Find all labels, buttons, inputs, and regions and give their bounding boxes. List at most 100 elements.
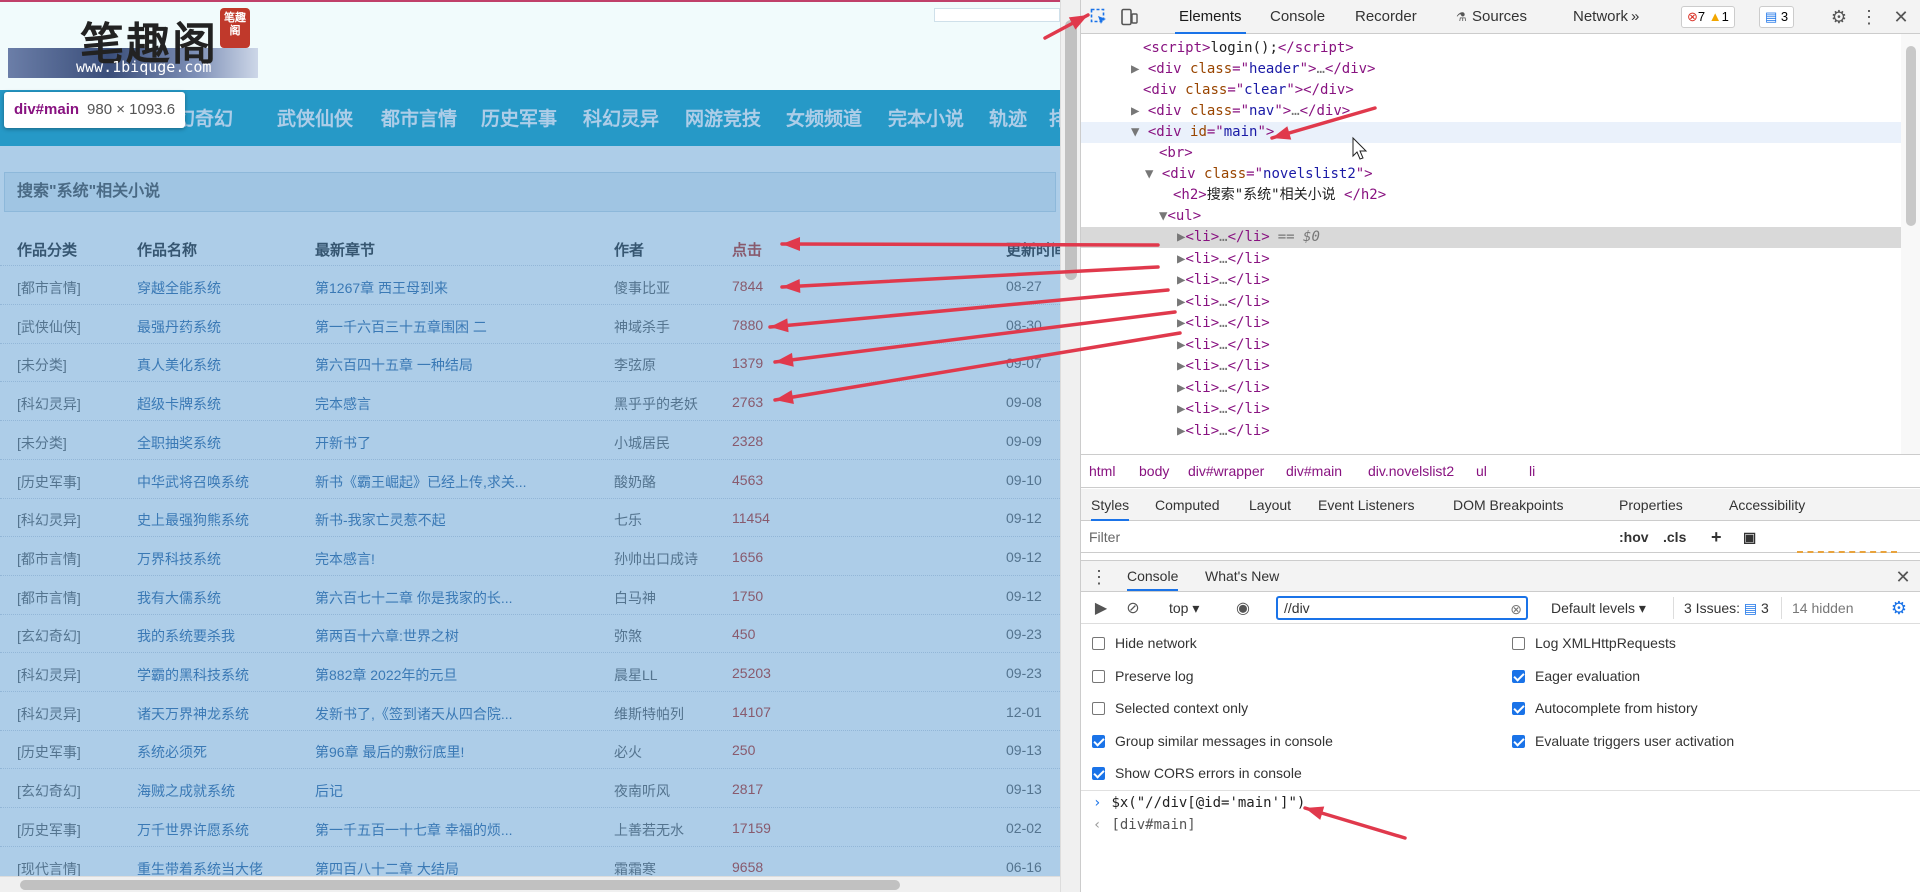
console-option[interactable]: Show CORS errors in console: [1092, 762, 1302, 784]
table-row[interactable]: [科幻灵异] 超级卡牌系统 完本感言 黑乎乎的老妖 2763 09-08: [0, 382, 1060, 422]
dom-node-clear[interactable]: <div class="clear"></div>: [1081, 80, 1901, 101]
chapter-cell[interactable]: 第1267章 西王母到来: [315, 278, 565, 298]
dom-node-li[interactable]: ▶<li>…</li> == $0: [1081, 227, 1901, 248]
clear-filter-icon[interactable]: ⊗: [1510, 599, 1522, 619]
chapter-cell[interactable]: 第两百十六章:世界之树: [315, 626, 565, 646]
dom-node-main[interactable]: ▼ <div id="main">: [1081, 122, 1901, 143]
title-cell[interactable]: 万界科技系统: [137, 549, 221, 569]
nav-item[interactable]: 完本小说: [888, 104, 964, 131]
nav-item[interactable]: 科幻灵异: [583, 104, 659, 131]
sidebar-toggle-icon[interactable]: ▶: [1091, 597, 1111, 619]
table-row[interactable]: [科幻灵异] 史上最强狗熊系统 新书-我家亡灵惹不起 七乐 11454 09-12: [0, 498, 1060, 538]
chapter-cell[interactable]: 开新书了: [315, 433, 565, 453]
dom-node-nav[interactable]: ▶ <div class="nav">…</div>: [1081, 101, 1901, 122]
console-input-line[interactable]: › $x("//div[@id='main']"): [1081, 795, 1920, 817]
chapter-cell[interactable]: 第96章 最后的敷衍底里!: [315, 742, 565, 762]
console-filter-input[interactable]: //div ⊗: [1276, 596, 1528, 620]
site-logo[interactable]: 笔趣阁 www.1biquge.com 笔趣阁: [8, 6, 258, 80]
styles-tab[interactable]: DOM Breakpoints: [1453, 489, 1563, 521]
chapter-cell[interactable]: 第882章 2022年的元旦: [315, 665, 565, 685]
scroll-thumb[interactable]: [1906, 46, 1916, 226]
styles-tab[interactable]: Layout: [1249, 489, 1291, 521]
table-row[interactable]: [武侠仙侠] 最强丹药系统 第一千六百三十五章围困 二 神域杀手 7880 08-30: [0, 305, 1060, 344]
nav-item[interactable]: 武侠仙侠: [277, 104, 353, 131]
dom-node-li[interactable]: ▶<li>…</li>: [1081, 399, 1901, 420]
toggle-sidebar-icon[interactable]: ▣: [1743, 521, 1756, 553]
title-cell[interactable]: 超级卡牌系统: [137, 394, 221, 414]
drawer-tab[interactable]: Console: [1127, 561, 1179, 591]
chapter-cell[interactable]: 第一千五百一十七章 幸福的烦...: [315, 820, 565, 840]
title-cell[interactable]: 史上最强狗熊系统: [137, 510, 249, 530]
checkbox[interactable]: [1092, 734, 1105, 748]
chapter-cell[interactable]: 第一千六百三十五章围困 二: [315, 317, 565, 337]
nav-item[interactable]: 轨迹: [989, 104, 1027, 131]
table-row[interactable]: [玄幻奇幻] 我的系统要杀我 第两百十六章:世界之树 弥煞 450 09-23: [0, 614, 1060, 654]
breadcrumb-item[interactable]: ul: [1476, 463, 1487, 479]
breadcrumb-item[interactable]: div#wrapper: [1188, 463, 1264, 479]
inspect-element-icon[interactable]: [1087, 5, 1111, 29]
nav-item[interactable]: 网游竞技: [685, 104, 761, 131]
tab-console[interactable]: Console: [1266, 0, 1329, 34]
table-row[interactable]: [都市言情] 我有大儒系统 第六百七十二章 你是我家的长... 白马神 1750 09-1…: [0, 576, 1060, 615]
breadcrumb-item[interactable]: div.novelslist2: [1368, 463, 1454, 479]
checkbox[interactable]: [1092, 669, 1105, 683]
title-cell[interactable]: 中华武将召唤系统: [137, 472, 249, 492]
checkbox[interactable]: [1512, 702, 1525, 715]
checkbox[interactable]: [1512, 734, 1525, 748]
cls-toggle[interactable]: .cls: [1663, 521, 1686, 553]
title-cell[interactable]: 海贼之成就系统: [137, 781, 235, 801]
context-selector[interactable]: top ▾: [1169, 597, 1199, 619]
drawer-tab[interactable]: What's New: [1205, 561, 1279, 591]
tab-network[interactable]: Network: [1569, 0, 1632, 34]
chapter-cell[interactable]: 发新书了,《签到诸天从四合院...: [315, 704, 565, 724]
styles-tab[interactable]: Computed: [1155, 489, 1220, 521]
dom-node-li[interactable]: ▶<li>…</li>: [1081, 313, 1901, 334]
page-horizontal-scrollbar[interactable]: [0, 876, 1060, 892]
hov-toggle[interactable]: :hov: [1619, 521, 1649, 553]
nav-item[interactable]: 历史军事: [481, 104, 557, 131]
dom-node-novelslist[interactable]: ▼ <div class="novelslist2">: [1081, 164, 1901, 185]
dom-node-header[interactable]: ▶ <div class="header">…</div>: [1081, 59, 1901, 80]
chapter-cell[interactable]: 后记: [315, 781, 565, 801]
issues-badge[interactable]: ▤ 3: [1759, 6, 1795, 28]
nav-item[interactable]: 排: [1049, 104, 1060, 131]
styles-tab[interactable]: Event Listeners: [1318, 489, 1415, 521]
console-option[interactable]: Eager evaluation: [1512, 665, 1640, 687]
console-option[interactable]: Selected context only: [1092, 697, 1248, 719]
dom-node-script[interactable]: <script>login();</script>: [1081, 38, 1901, 59]
tab-sources[interactable]: Sources: [1468, 0, 1531, 34]
gear-icon[interactable]: ⚙: [1827, 5, 1851, 29]
dom-node-br[interactable]: <br>: [1081, 143, 1901, 164]
tab-recorder[interactable]: Recorder: [1351, 0, 1421, 34]
breadcrumb-item[interactable]: body: [1139, 463, 1169, 479]
dom-node-li[interactable]: ▶<li>…</li>: [1081, 378, 1901, 399]
chapter-cell[interactable]: 完本感言!: [315, 549, 565, 569]
table-row[interactable]: [未分类] 真人美化系统 第六百四十五章 一种结局 李弦原 1379 09-07: [0, 343, 1060, 383]
title-cell[interactable]: 我的系统要杀我: [137, 626, 235, 646]
chapter-cell[interactable]: 完本感言: [315, 394, 565, 414]
console-option[interactable]: Log XMLHttpRequests: [1512, 632, 1676, 654]
chapter-cell[interactable]: 新书《霸王崛起》已经上传,求关...: [315, 472, 565, 492]
eye-icon[interactable]: ◉: [1231, 597, 1255, 619]
nav-item[interactable]: 女频频道: [786, 104, 862, 131]
tab-elements[interactable]: Elements: [1175, 0, 1246, 34]
drawer-menu-icon[interactable]: ⋮: [1090, 565, 1108, 589]
checkbox[interactable]: [1512, 669, 1525, 683]
checkbox[interactable]: [1512, 637, 1525, 650]
dom-node-li[interactable]: ▶<li>…</li>: [1081, 270, 1901, 291]
table-row[interactable]: [历史军事] 中华武将召唤系统 新书《霸王崛起》已经上传,求关... 酸奶酪 4563 0…: [0, 460, 1060, 499]
title-cell[interactable]: 系统必须死: [137, 742, 207, 762]
table-row[interactable]: [科幻灵异] 学霸的黑科技系统 第882章 2022年的元旦 晨星LL 25203 09-…: [0, 653, 1060, 692]
dom-node-li[interactable]: ▶<li>…</li>: [1081, 249, 1901, 270]
checkbox[interactable]: [1092, 702, 1105, 715]
breadcrumb-item[interactable]: div#main: [1286, 463, 1342, 479]
table-row[interactable]: [未分类] 全职抽奖系统 开新书了 小城居民 2328 09-09: [0, 421, 1060, 460]
chapter-cell[interactable]: 第六百四十五章 一种结局: [315, 355, 565, 375]
checkbox[interactable]: [1092, 767, 1105, 780]
console-option[interactable]: Autocomplete from history: [1512, 697, 1698, 719]
breadcrumb-item[interactable]: li: [1529, 463, 1535, 479]
dom-node-li[interactable]: ▶<li>…</li>: [1081, 292, 1901, 313]
dom-node-li[interactable]: ▶<li>…</li>: [1081, 335, 1901, 356]
title-cell[interactable]: 诸天万界神龙系统: [137, 704, 249, 724]
title-cell[interactable]: 最强丹药系统: [137, 317, 221, 337]
